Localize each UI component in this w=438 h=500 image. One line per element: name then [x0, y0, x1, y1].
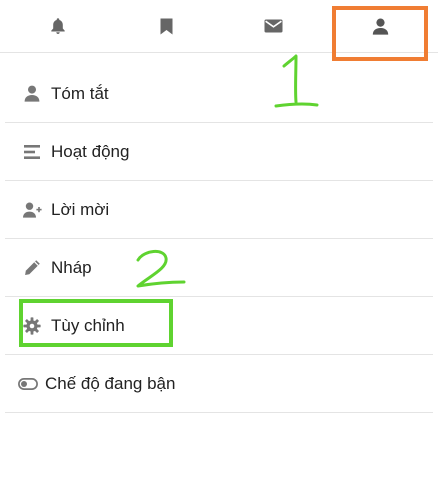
tab-profile[interactable] [352, 0, 408, 52]
toggle-off-icon [17, 374, 39, 394]
pencil-icon [22, 258, 42, 278]
menu-item-invites[interactable]: Lời mời [5, 181, 433, 239]
menu-item-label: Chế độ đang bận [45, 373, 176, 393]
menu-item-summary[interactable]: Tóm tắt [5, 65, 433, 123]
menu-item-label: Nháp [51, 257, 92, 277]
bell-icon [51, 18, 65, 34]
menu-item-label: Lời mời [51, 199, 110, 219]
bookmark-icon [160, 18, 172, 34]
menu-item-label: Hoạt động [51, 141, 130, 161]
menu-item-preferences[interactable]: Tùy chỉnh [5, 297, 433, 355]
envelope-icon [264, 19, 282, 33]
tab-bookmarks[interactable] [138, 0, 194, 52]
profile-menu: Tóm tắt Hoạt động Lời mời Nháp Tùy chỉnh… [5, 65, 433, 413]
menu-item-label: Tùy chỉnh [51, 315, 125, 335]
tab-messages[interactable] [245, 0, 301, 52]
menu-item-activity[interactable]: Hoạt động [5, 123, 433, 181]
user-icon [22, 84, 42, 104]
activity-stream-icon [22, 142, 42, 162]
menu-item-label: Tóm tắt [51, 83, 109, 103]
tab-notifications[interactable] [30, 0, 86, 52]
user-plus-icon [22, 200, 42, 220]
menu-item-do-not-disturb[interactable]: Chế độ đang bận [5, 355, 433, 413]
top-tab-bar [0, 0, 438, 53]
gear-icon [22, 316, 42, 336]
user-icon [372, 18, 388, 35]
menu-item-drafts[interactable]: Nháp [5, 239, 433, 297]
